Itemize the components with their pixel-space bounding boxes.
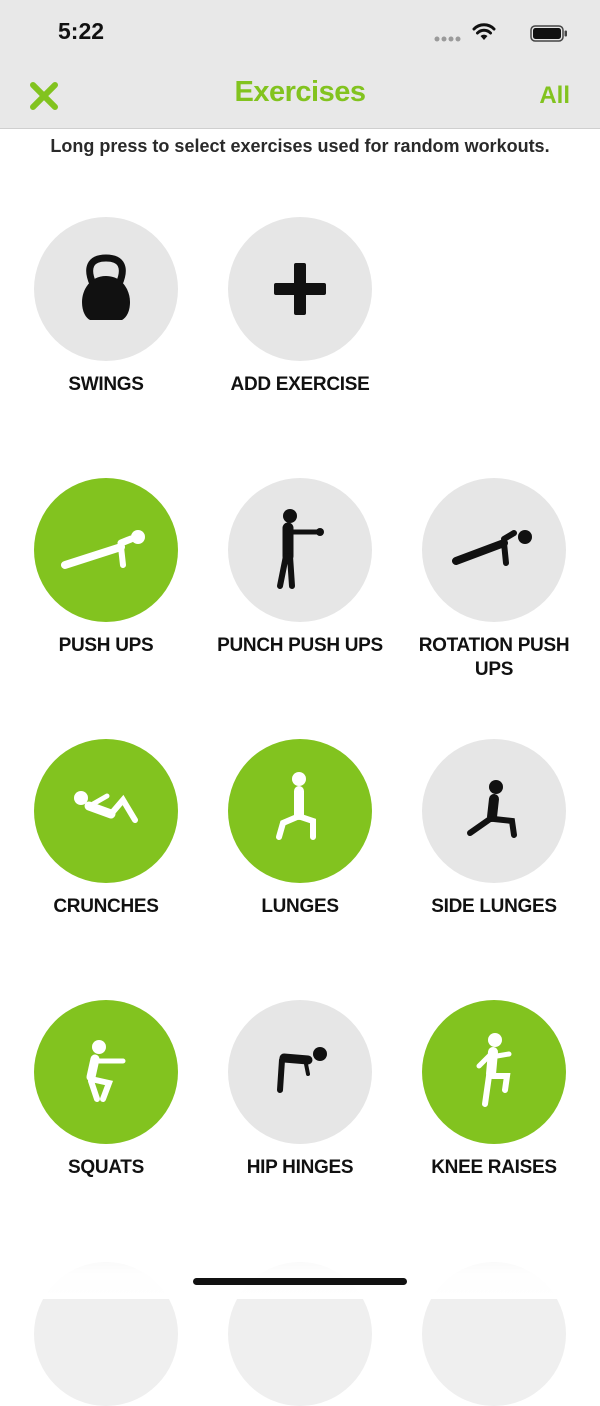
kettlebell-icon [82, 254, 130, 320]
add-exercise-tile[interactable]: ADD EXERCISE [203, 217, 397, 397]
exercise-circle[interactable] [34, 1000, 178, 1144]
page-title: Exercises [234, 76, 366, 108]
exercise-label: PUSH UPS [58, 635, 154, 656]
exercise-label: SQUATS [68, 1157, 144, 1178]
exercise-tile-push-ups[interactable]: PUSH UPS [9, 478, 203, 658]
exercise-label: HIP HINGES [246, 1157, 354, 1178]
exercise-label: KNEE RAISES [431, 1157, 557, 1178]
exercise-label: ADD EXERCISE [230, 374, 370, 395]
cellular-signal-icon [434, 36, 461, 42]
exercise-circle[interactable] [34, 739, 178, 883]
home-indicator[interactable] [193, 1278, 407, 1285]
crunch-icon [74, 791, 138, 823]
exercise-circle[interactable] [34, 217, 178, 361]
status-time: 5:22 [58, 18, 105, 44]
push-up-icon [61, 530, 145, 569]
status-bar: 5:22 [0, 0, 600, 64]
exercise-tile-side-lunges[interactable]: SIDE LUNGES [397, 739, 591, 919]
exercise-circle[interactable] [228, 739, 372, 883]
exercise-tile-punch-push-ups[interactable]: PUNCH PUSH UPS [203, 478, 397, 658]
rotation-push-up-icon [452, 530, 532, 566]
exercise-circle[interactable] [228, 217, 372, 361]
exercise-tile-knee-raises[interactable]: KNEE RAISES [397, 1000, 591, 1180]
exercise-circle[interactable] [422, 478, 566, 622]
exercise-label: SWINGS [68, 374, 144, 395]
plus-icon [274, 263, 326, 315]
hip-hinge-icon [277, 1047, 327, 1093]
exercise-circle[interactable] [422, 739, 566, 883]
nav-bar: Exercises All [0, 64, 600, 129]
exercise-circle[interactable] [228, 478, 372, 622]
exercise-tile-lunges[interactable]: LUNGES [203, 739, 397, 919]
instructions-text: Long press to select exercises used for … [50, 136, 550, 156]
lunge-icon [276, 772, 316, 840]
knee-raise-icon [476, 1033, 512, 1107]
exercise-label: ROTATION PUSH UPS [418, 635, 570, 680]
exercise-tile-hip-hinges[interactable]: HIP HINGES [203, 1000, 397, 1180]
exercise-circle[interactable] [422, 1000, 566, 1144]
select-all-button[interactable]: All [539, 82, 570, 110]
wifi-icon [472, 23, 496, 40]
exercise-tile-crunches[interactable]: CRUNCHES [9, 739, 203, 919]
side-lunge-icon [467, 780, 517, 838]
battery-icon [530, 25, 567, 42]
exercise-label: CRUNCHES [53, 896, 159, 917]
punch-icon [277, 509, 324, 589]
exercise-tile-swings[interactable]: SWINGS [9, 217, 203, 397]
exercise-circle[interactable] [228, 1000, 372, 1144]
exercise-label: SIDE LUNGES [431, 896, 557, 917]
scroll-fade [0, 1230, 600, 1299]
squat-icon [86, 1040, 126, 1102]
exercise-label: LUNGES [261, 896, 339, 917]
exercise-label: PUNCH PUSH UPS [217, 635, 383, 656]
exercise-tile-squats[interactable]: SQUATS [9, 1000, 203, 1180]
exercise-circle[interactable] [34, 478, 178, 622]
exercise-tile-rotation-push-ups[interactable]: ROTATION PUSH UPS [397, 478, 591, 682]
